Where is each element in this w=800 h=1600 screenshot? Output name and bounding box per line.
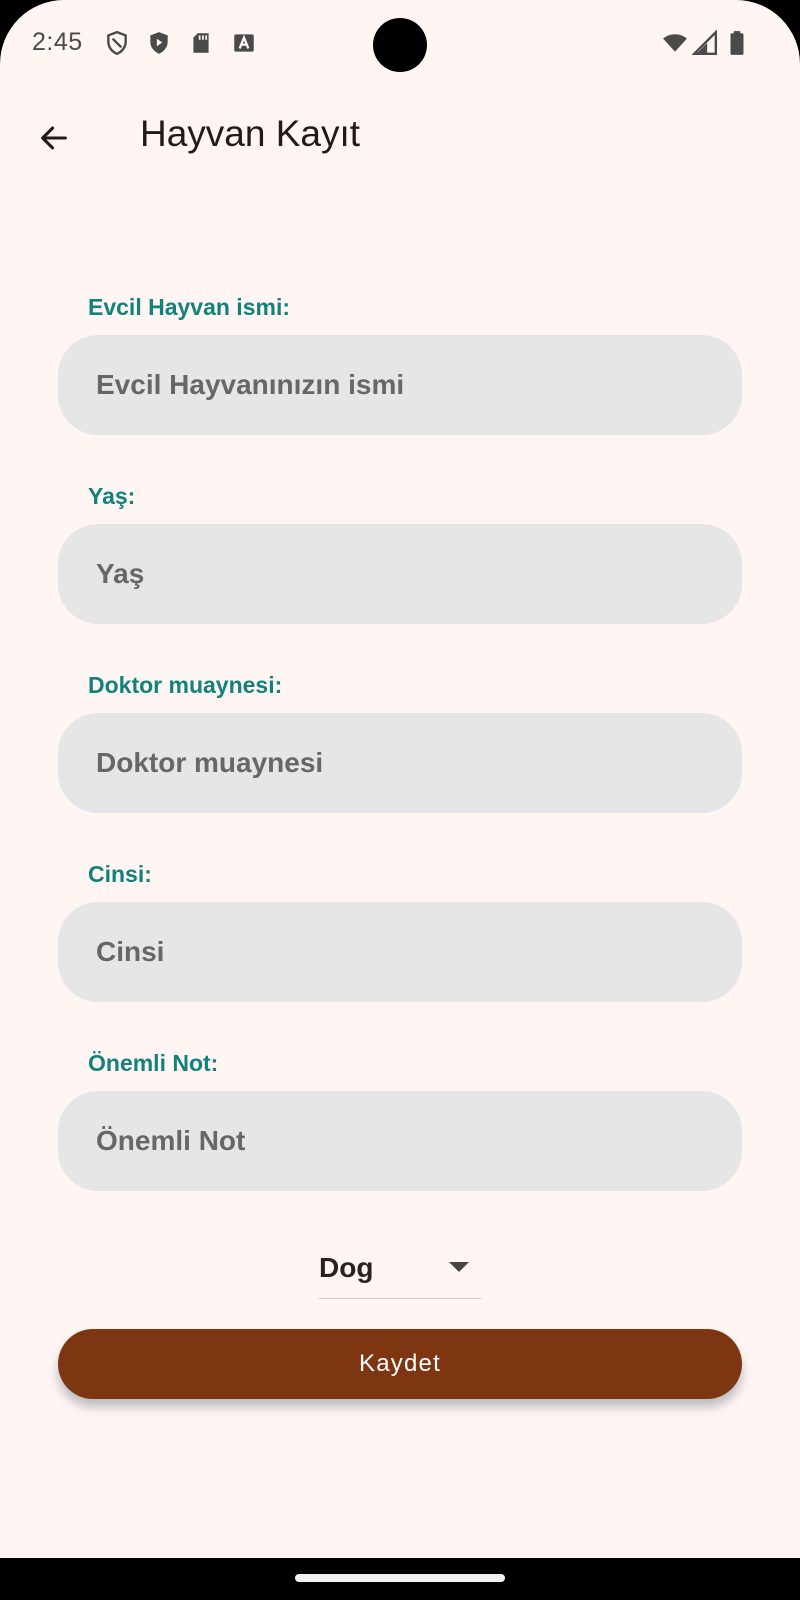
sd-card-icon bbox=[193, 33, 209, 53]
species-dropdown-value: Dog bbox=[319, 1252, 374, 1283]
note-input[interactable] bbox=[58, 1091, 742, 1191]
shield-outline-icon bbox=[107, 30, 127, 56]
back-button[interactable] bbox=[24, 108, 84, 168]
home-gesture-handle[interactable] bbox=[295, 1574, 505, 1582]
breed-label: Cinsi: bbox=[88, 861, 152, 887]
arrow-left-icon bbox=[41, 126, 67, 150]
breed-input[interactable] bbox=[58, 902, 742, 1002]
app-screen: 2:45 Hayvan Kayıt Evcil Hayvan ismi: Evc… bbox=[0, 0, 800, 1558]
age-label: Yaş: bbox=[88, 483, 136, 509]
play-protect-icon bbox=[150, 32, 168, 54]
front-camera bbox=[373, 18, 427, 72]
save-button[interactable]: Kaydet bbox=[58, 1329, 742, 1399]
font-a-icon bbox=[234, 34, 254, 52]
vet-exam-label: Doktor muaynesi: bbox=[88, 672, 283, 698]
status-time: 2:45 bbox=[32, 28, 83, 56]
cellular-signal-icon bbox=[692, 30, 718, 56]
battery-icon bbox=[730, 31, 744, 55]
vet-exam-input[interactable] bbox=[58, 713, 742, 813]
wifi-icon bbox=[663, 34, 687, 52]
age-input[interactable] bbox=[58, 524, 742, 624]
page-title: Hayvan Kayıt bbox=[140, 113, 361, 154]
pet-name-input[interactable] bbox=[58, 335, 742, 435]
app-bar: Hayvan Kayıt bbox=[0, 90, 800, 182]
species-dropdown[interactable]: Dog bbox=[319, 1248, 481, 1299]
navigation-bar bbox=[0, 1558, 800, 1600]
pet-name-label: Evcil Hayvan ismi: bbox=[88, 294, 290, 320]
status-bar: 2:45 bbox=[0, 0, 800, 90]
note-label: Önemli Not: bbox=[88, 1050, 219, 1076]
caret-down-icon bbox=[449, 1262, 469, 1272]
